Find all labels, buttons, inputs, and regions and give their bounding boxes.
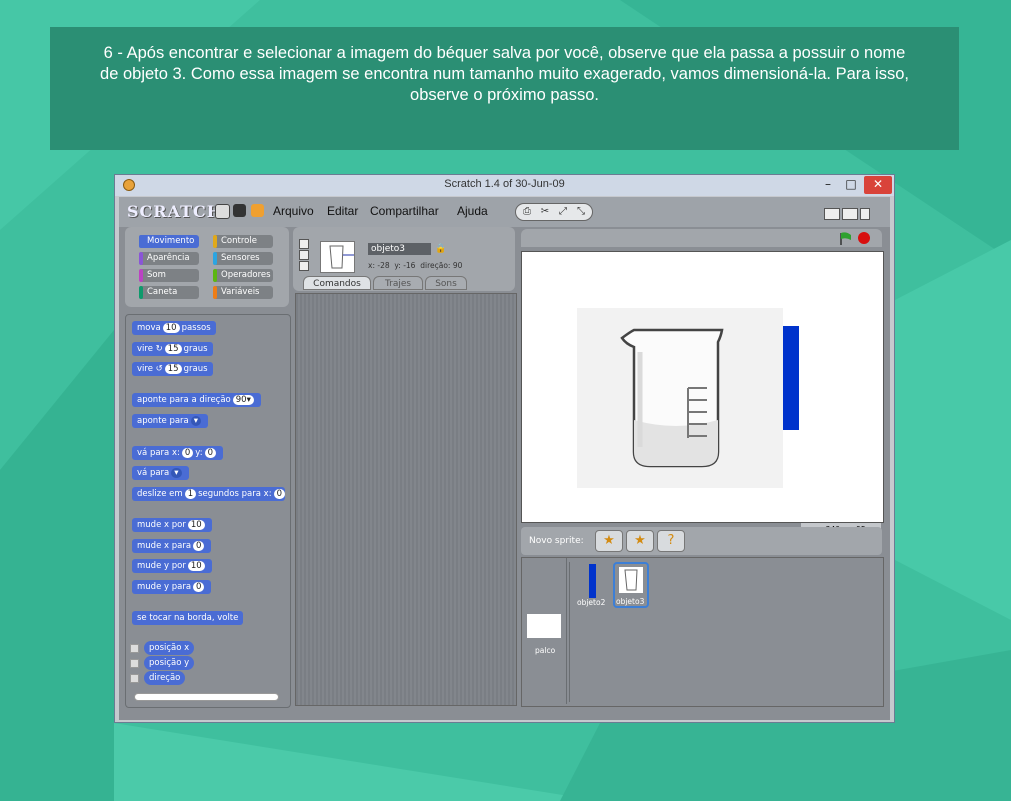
menu-compartilhar[interactable]: Compartilhar [370, 204, 439, 218]
tab-comandos[interactable]: Comandos [303, 276, 371, 290]
block-mude-y-por[interactable]: mude y por 10 [132, 559, 212, 573]
beaker-thumb-icon [329, 245, 354, 269]
duplicate-stamp-icon[interactable]: ⎙ [521, 206, 533, 218]
stage-toolbar [521, 229, 882, 247]
title-bar: Scratch 1.4 of 30-Jun-09 – □ ✕ [115, 175, 894, 196]
new-sprite-label: Novo sprite: [529, 536, 584, 546]
minimize-button[interactable]: – [817, 176, 839, 194]
category-sensores[interactable]: Sensores [213, 252, 273, 265]
instruction-caption: 6 - Após encontrar e selecionar a imagem… [50, 27, 959, 150]
rotate-style-icon[interactable] [299, 239, 309, 249]
editor-tabs: Comandos Trajes Sons [293, 276, 515, 292]
block-vire-direita[interactable]: vire ↻ 15 graus [132, 342, 213, 356]
block-aponte-para[interactable]: aponte para ▾ [132, 414, 209, 428]
save-icon[interactable] [233, 204, 246, 217]
reporter-posicao-y[interactable]: posição y [144, 656, 195, 670]
sprite-label-objeto3: objeto3 [616, 597, 645, 606]
sprite-objeto3[interactable]: objeto3 [613, 562, 649, 608]
category-som[interactable]: Som [139, 269, 199, 282]
maximize-button[interactable]: □ [840, 176, 862, 194]
tab-trajes[interactable]: Trajes [373, 276, 423, 290]
category-aparencia[interactable]: Aparência [139, 252, 199, 265]
category-caneta[interactable]: Caneta [139, 286, 199, 299]
menu-ajuda[interactable]: Ajuda [457, 204, 488, 218]
menu-editar[interactable]: Editar [327, 204, 358, 218]
category-controle[interactable]: Controle [213, 235, 273, 248]
scratch-window: Scratch 1.4 of 30-Jun-09 – □ ✕ SCRATCH A… [114, 174, 895, 723]
palette-scrollbar[interactable] [134, 693, 279, 701]
sprite-name-field[interactable]: objeto3 [368, 243, 431, 255]
stage[interactable] [521, 251, 884, 523]
block-mude-x-para[interactable]: mude x para 0 [132, 539, 212, 553]
shrink-icon[interactable]: ⤡ [575, 206, 587, 218]
script-area[interactable] [295, 293, 517, 706]
category-movimento[interactable]: Movimento [139, 235, 199, 248]
paint-new-sprite-icon[interactable]: ★ [595, 530, 623, 552]
checkbox-posicao-x[interactable] [130, 644, 139, 653]
normal-stage-icon[interactable] [842, 208, 858, 220]
close-button[interactable]: ✕ [864, 176, 892, 194]
beaker-sprite[interactable] [522, 252, 883, 522]
sprite-coords: x: -28 y: -16 direção: 90 [368, 261, 463, 270]
blocks-palette: mova 10 passos vire ↻ 15 graus vire ↺ 15 graus… [125, 314, 291, 708]
share-icon[interactable] [251, 204, 264, 217]
block-va-para-xy[interactable]: vá para x: 0 y: 0 [132, 446, 223, 460]
divider [569, 562, 570, 702]
tab-sons[interactable]: Sons [425, 276, 467, 290]
block-mude-y-para[interactable]: mude y para 0 [132, 580, 212, 594]
category-operadores[interactable]: Operadores [213, 269, 273, 282]
open-sprite-folder-icon[interactable]: ★ [626, 530, 654, 552]
menu-arquivo[interactable]: Arquivo [273, 204, 314, 218]
flip-style-icon[interactable] [299, 250, 309, 260]
scratch-logo: SCRATCH [127, 202, 223, 221]
green-flag-icon[interactable] [839, 232, 853, 245]
presentation-icon[interactable] [860, 208, 870, 220]
delete-scissors-icon[interactable]: ✂ [539, 206, 551, 218]
block-deslize[interactable]: deslize em1segundos para x:0y [132, 487, 285, 501]
new-sprite-bar: Novo sprite: ★ ★ ? [521, 527, 882, 555]
stage-column: palco [522, 558, 567, 704]
blue-bar-sprite[interactable] [783, 326, 799, 430]
beaker-thumb-icon [619, 567, 643, 593]
lock-icon[interactable]: 🔒 [435, 244, 446, 254]
scratch-app: SCRATCH Arquivo Editar Compartilhar Ajud… [119, 197, 890, 720]
random-sprite-icon[interactable]: ? [657, 530, 685, 552]
category-variaveis[interactable]: Variáveis [213, 286, 273, 299]
stage-thumbnail[interactable] [527, 614, 561, 638]
block-va-para[interactable]: vá para ▾ [132, 466, 189, 480]
reporter-posicao-x[interactable]: posição x [144, 641, 195, 655]
small-stage-icon[interactable] [824, 208, 840, 220]
stage-label: palco [535, 646, 556, 655]
grow-icon[interactable]: ⤢ [557, 206, 569, 218]
blue-bar-thumb [589, 564, 596, 598]
sprite-thumbnail [320, 241, 355, 273]
block-vire-esquerda[interactable]: vire ↺ 15 graus [132, 362, 213, 376]
sprite-tools: ⎙ ✂ ⤢ ⤡ [515, 203, 593, 221]
stop-icon[interactable] [858, 232, 870, 244]
block-mova[interactable]: mova 10 passos [132, 321, 216, 335]
stage-view-buttons [824, 205, 872, 224]
checkbox-posicao-y[interactable] [130, 659, 139, 668]
sprite-label-objeto2: objeto2 [577, 598, 606, 607]
reporter-direcao[interactable]: direção [144, 671, 186, 685]
globe-icon[interactable] [215, 204, 230, 219]
sprite-list-panel: palco objeto2 objeto3 [521, 557, 884, 707]
block-aponte-direcao[interactable]: aponte para a direção 90▾ [132, 393, 261, 407]
checkbox-direcao[interactable] [130, 674, 139, 683]
sprite-objeto2[interactable] [577, 564, 607, 600]
menu-bar: SCRATCH Arquivo Editar Compartilhar Ajud… [119, 197, 890, 227]
category-panel: Movimento Controle Aparência Sensores So… [125, 227, 289, 307]
no-rotate-icon[interactable] [299, 261, 309, 271]
block-se-tocar-borda[interactable]: se tocar na borda, volte [132, 611, 244, 625]
window-title: Scratch 1.4 of 30-Jun-09 [444, 178, 565, 190]
block-mude-x-por[interactable]: mude x por 10 [132, 518, 212, 532]
